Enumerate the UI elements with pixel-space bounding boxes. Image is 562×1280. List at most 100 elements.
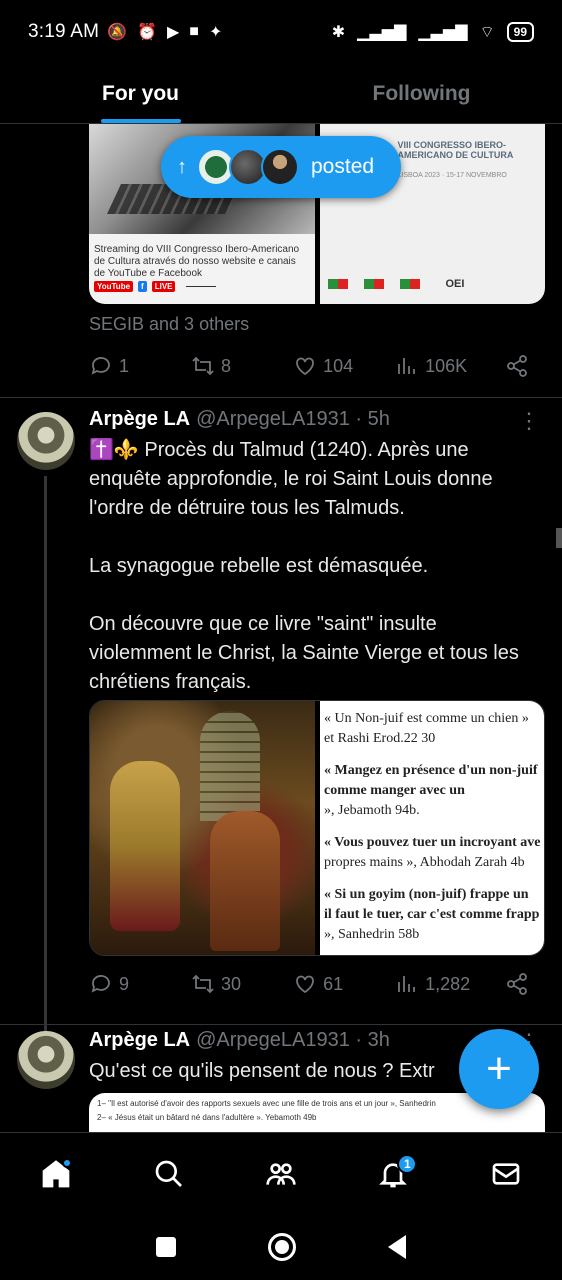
signal-icon: ▁▃▅▇ xyxy=(357,24,407,41)
quotes-image[interactable]: « Un Non-juif est comme un chien » et Ra… xyxy=(320,701,544,955)
media-text-line: 1– "Il est autorisé d'avoir des rapports… xyxy=(97,1099,436,1108)
quote-source: et Rashi Erod.22 30 xyxy=(324,731,436,746)
mute-icon: 🔕 xyxy=(107,24,128,41)
post[interactable]: Streaming do VIII Congresso Ibero-Americ… xyxy=(0,124,562,398)
reply-count: 1 xyxy=(119,355,130,376)
scrollbar-thumb[interactable] xyxy=(556,528,562,548)
like-button[interactable]: 61 xyxy=(293,972,395,996)
unread-dot xyxy=(62,1157,73,1168)
like-button[interactable]: 104 xyxy=(293,354,395,378)
nav-notifications[interactable]: 1 xyxy=(363,1144,423,1204)
quote-line: « Si un goyim (non-juif) frappe un xyxy=(324,887,529,902)
author-handle[interactable]: @ArpegeLA1931 · 5h xyxy=(196,408,390,431)
quote-source: », Jebamoth 94b. xyxy=(324,803,420,818)
posted-avatars xyxy=(197,148,299,186)
reply-button[interactable]: 1 xyxy=(89,354,191,378)
segib-logo-icon xyxy=(399,279,420,289)
king-figure xyxy=(110,761,180,931)
quote-block: « Mangez en présence d'un non-juif comme… xyxy=(324,761,544,821)
back-button[interactable] xyxy=(388,1235,406,1259)
views-icon xyxy=(398,358,415,374)
reply-button[interactable]: 9 xyxy=(89,972,191,996)
view-count: 1,282 xyxy=(425,973,471,994)
post-header: Arpège LA @ArpegeLA1931 · 3h xyxy=(89,1029,390,1052)
like-count: 104 xyxy=(323,355,354,376)
more-options-icon[interactable]: ⋮ xyxy=(518,408,540,434)
post-text: ✝️⚜️ Procès du Talmud (1240). Après une … xyxy=(89,439,519,693)
wifi-icon: ⌔ xyxy=(479,24,495,41)
post-actions: 9 30 61 1,282 xyxy=(89,972,529,996)
communities-icon xyxy=(266,1162,296,1185)
post-header: Arpège LA @ArpegeLA1931 · 5h xyxy=(89,408,390,431)
quote-line: « Un Non-juif est comme un chien » xyxy=(324,711,529,726)
author-name[interactable]: Arpège LA xyxy=(89,408,190,431)
quote-source: propres mains », Abhodah Zarah 4b xyxy=(324,855,525,870)
avatar[interactable] xyxy=(17,1031,75,1089)
system-navigation xyxy=(0,1214,562,1280)
video-icon: ■ xyxy=(189,23,199,40)
views-icon xyxy=(398,976,415,992)
quote-source: », Sanhedrin 58b xyxy=(324,927,420,942)
post-media-grid[interactable]: « Un Non-juif est comme un chien » et Ra… xyxy=(89,700,545,956)
bottom-navigation: 1 xyxy=(0,1132,562,1214)
sponsor-logos: OEI xyxy=(327,278,464,290)
mail-icon xyxy=(492,1162,520,1185)
nav-home[interactable] xyxy=(26,1144,86,1204)
live-badge: LIVE xyxy=(151,281,176,292)
view-count: 106K xyxy=(425,355,468,376)
views-button[interactable]: 106K xyxy=(395,354,505,378)
status-bar: 3:19 AM 🔕 ⏰ ▶ ■ ✦ ✱ ▁▃▅▇ ▁▃▅▇ ⌔ 99 xyxy=(0,0,562,64)
battery-icon: 99 xyxy=(506,22,534,42)
plus-icon: + xyxy=(486,1044,512,1093)
tab-following[interactable]: Following xyxy=(281,64,562,123)
thread-line xyxy=(44,476,47,1032)
quote-line: il faut le tuer, car c'est comme frapp xyxy=(324,907,540,922)
tab-label: For you xyxy=(102,81,179,105)
share-button[interactable] xyxy=(505,972,529,996)
tab-for-you[interactable]: For you xyxy=(0,64,281,123)
home-system-button[interactable] xyxy=(268,1233,296,1261)
status-time: 3:19 AM xyxy=(28,21,100,42)
youtube-icon: YouTube xyxy=(94,281,134,292)
repost-button[interactable]: 30 xyxy=(191,972,293,996)
avatar[interactable] xyxy=(17,412,75,470)
share-button[interactable] xyxy=(505,354,529,378)
bluetooth-icon: ✱ xyxy=(331,24,346,41)
repost-icon xyxy=(192,356,214,376)
quote-block: « Si un goyim (non-juif) frappe un il fa… xyxy=(324,885,544,945)
media-title: VIII CONGRESSO IBERO-AMERICANO DE CULTUR… xyxy=(397,140,514,160)
nav-search[interactable] xyxy=(139,1144,199,1204)
notification-badge: 1 xyxy=(397,1153,418,1174)
tab-label: Following xyxy=(372,81,471,105)
like-count: 61 xyxy=(323,973,344,994)
media-subtitle: LISBOA 2023 · 15-17 NOVEMBRO xyxy=(397,172,507,179)
media-text-line: 2– « Jésus était un bâtard né dans l'adu… xyxy=(97,1113,317,1122)
author-name[interactable]: Arpège LA xyxy=(89,1029,190,1052)
share-icon xyxy=(507,355,527,377)
painting-image[interactable] xyxy=(90,701,315,955)
play-icon: ▶ xyxy=(166,24,180,41)
author-handle[interactable]: @ArpegeLA1931 · 3h xyxy=(196,1029,390,1052)
repost-button[interactable]: 8 xyxy=(191,354,293,378)
feed-tabs: For you Following xyxy=(0,64,562,124)
nav-communities[interactable] xyxy=(251,1144,311,1204)
timeline-feed[interactable]: Streaming do VIII Congresso Ibero-Americ… xyxy=(0,124,562,1132)
repost-count: 8 xyxy=(221,355,232,376)
post[interactable]: Arpège LA @ArpegeLA1931 · 5h ⋮ ✝️⚜️ Proc… xyxy=(0,398,562,1032)
heart-icon xyxy=(296,357,314,376)
social-context[interactable]: SEGIB and 3 others xyxy=(89,314,249,335)
recent-apps-button[interactable] xyxy=(156,1237,176,1257)
portugal-logo-icon xyxy=(327,279,348,289)
avatar xyxy=(261,148,299,186)
compose-post-button[interactable]: + xyxy=(459,1029,539,1109)
facebook-icon: f xyxy=(138,281,147,292)
share-icon xyxy=(507,973,527,995)
quote-line: comme manger avec un xyxy=(324,783,465,798)
reply-count: 9 xyxy=(119,973,130,994)
views-button[interactable]: 1,282 xyxy=(395,972,505,996)
new-posts-pill[interactable]: ↑ posted xyxy=(161,136,401,198)
heart-icon xyxy=(296,975,314,994)
posted-label: posted xyxy=(311,155,375,178)
nav-messages[interactable] xyxy=(476,1144,536,1204)
alarm-icon: ⏰ xyxy=(137,24,157,41)
